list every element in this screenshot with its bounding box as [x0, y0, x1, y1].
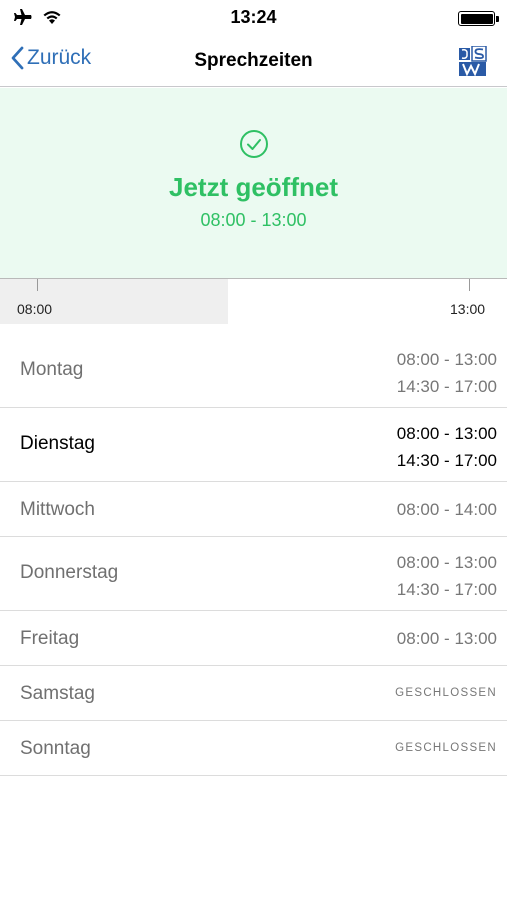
day-label: Montag [20, 359, 84, 380]
page-title: Sprechzeiten [194, 50, 313, 71]
day-label: Sonntag [20, 738, 91, 759]
hours-range: 14:30 - 17:00 [396, 377, 497, 396]
navigation-bar: Zurück Sprechzeiten [0, 36, 507, 87]
closed-label: GESCHLOSSEN [395, 687, 497, 699]
schedule-row-montag: Montag 08:00 - 13:00 14:30 - 17:00 [0, 334, 507, 408]
timeline-end-label: 13:00 [450, 301, 486, 317]
hours-range: 08:00 - 14:00 [396, 500, 497, 519]
hours-range: 08:00 - 13:00 [396, 350, 497, 369]
day-label: Freitag [20, 628, 80, 649]
day-label: Mittwoch [20, 499, 95, 520]
schedule-row-freitag: Freitag 08:00 - 13:00 [0, 611, 507, 666]
schedule-row-samstag: Samstag GESCHLOSSEN [0, 666, 507, 721]
timeline-start-tick [37, 279, 38, 291]
hours-list: 08:00 - 13:00 14:30 - 17:00 [397, 346, 497, 400]
closed-label: GESCHLOSSEN [395, 742, 497, 754]
hours-range: 08:00 - 13:00 [396, 424, 497, 443]
hours-range: 14:30 - 17:00 [396, 451, 497, 470]
hours-list: 08:00 - 14:00 [397, 499, 497, 521]
hours-range: 08:00 - 13:00 [396, 629, 497, 648]
csw-logo-icon[interactable] [459, 45, 487, 77]
schedule-row-sonntag: Sonntag GESCHLOSSEN [0, 721, 507, 776]
open-status-title: Jetzt geöffnet [169, 172, 338, 202]
opening-timeline: 08:00 13:00 [0, 278, 507, 324]
hours-list: 08:00 - 13:00 14:30 - 17:00 [397, 549, 497, 603]
check-circle-icon [239, 129, 269, 164]
open-status-hours: 08:00 - 13:00 [200, 210, 307, 230]
battery-icon [458, 11, 499, 26]
schedule-list: Montag 08:00 - 13:00 14:30 - 17:00 Diens… [0, 334, 507, 776]
hours-range: 08:00 - 13:00 [396, 553, 497, 572]
timeline-start-label: 08:00 [17, 301, 53, 317]
day-label: Donnerstag [20, 562, 119, 583]
schedule-row-dienstag: Dienstag 08:00 - 13:00 14:30 - 17:00 [0, 408, 507, 482]
status-bar: 13:24 [0, 0, 507, 36]
status-time: 13:24 [230, 7, 277, 27]
day-label: Samstag [20, 683, 95, 704]
hours-list: 08:00 - 13:00 14:30 - 17:00 [397, 420, 497, 474]
timeline-end-tick [469, 279, 470, 291]
open-status-panel: Jetzt geöffnet 08:00 - 13:00 [0, 88, 507, 278]
hours-list: 08:00 - 13:00 [397, 628, 497, 650]
schedule-row-donnerstag: Donnerstag 08:00 - 13:00 14:30 - 17:00 [0, 537, 507, 611]
day-label: Dienstag [20, 433, 95, 454]
schedule-row-mittwoch: Mittwoch 08:00 - 14:00 [0, 482, 507, 537]
hours-range: 14:30 - 17:00 [396, 580, 497, 599]
